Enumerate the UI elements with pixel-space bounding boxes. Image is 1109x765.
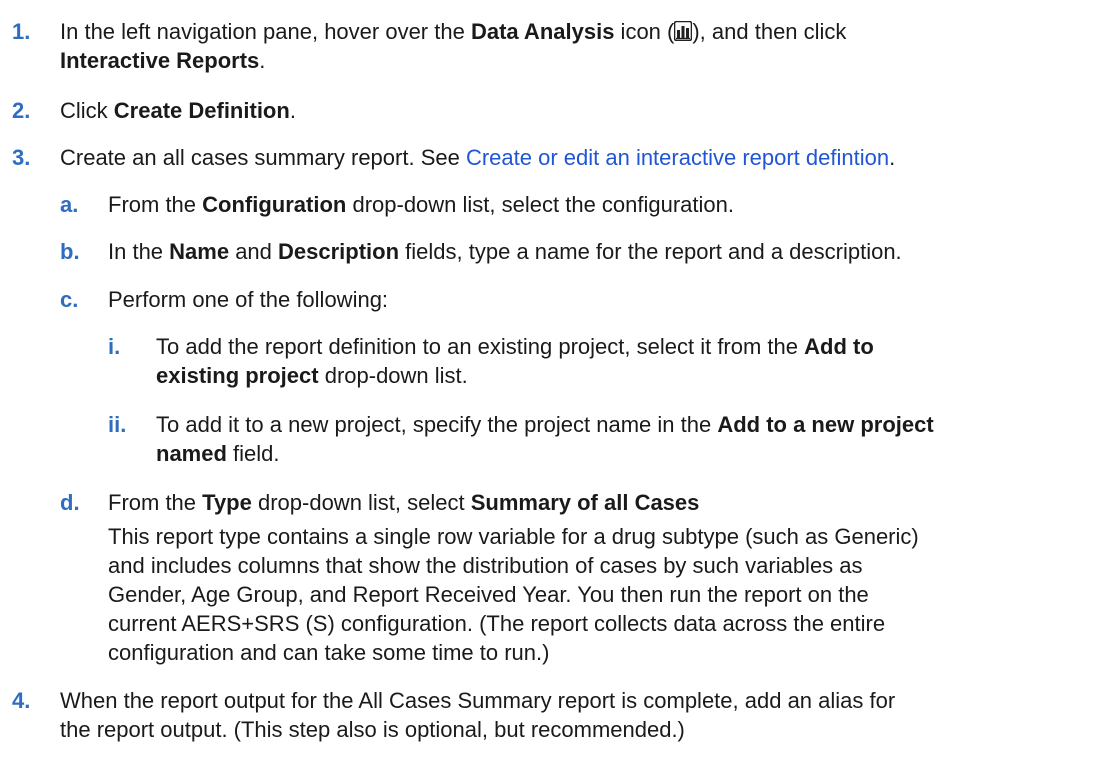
step-text: Create an all cases summary report. See … — [60, 143, 895, 172]
ui-term: Description — [278, 239, 400, 264]
substep-letter: d. — [60, 490, 80, 515]
ui-term: Name — [169, 239, 230, 264]
ui-term: Type — [202, 490, 252, 515]
text-run: and — [229, 239, 279, 264]
roman-numeral: ii. — [108, 412, 127, 437]
text-run: drop-down list, select — [251, 490, 471, 515]
description-line: Gender, Age Group, and Report Received Y… — [108, 582, 869, 607]
substep-letter: a. — [60, 192, 79, 217]
ui-term: Summary of all Cases — [470, 490, 700, 515]
document-page: 1. In the left navigation pane, hover ov… — [0, 0, 1109, 765]
text-run: Create an all cases summary report. See — [60, 145, 466, 170]
description-line: current AERS+SRS (S) configuration. (The… — [108, 611, 886, 636]
description-line: This report type contains a single row v… — [108, 524, 919, 549]
step-number: 3. — [12, 145, 31, 170]
step-text: When the report output for the All Cases… — [60, 688, 896, 713]
option-i-text-line-2: existing project drop-down list. — [156, 361, 468, 390]
ui-term: Add to — [804, 334, 874, 359]
data-analysis-icon — [674, 19, 693, 42]
ui-term: named — [156, 441, 227, 466]
text-run: From the — [108, 490, 203, 515]
text-run: Click — [60, 98, 114, 123]
text-run: fields, type a name for the report and a… — [399, 239, 902, 264]
option-i-text: To add the report definition to an exist… — [156, 332, 874, 361]
ui-term: existing project — [156, 363, 319, 388]
text-run: . — [889, 145, 896, 170]
step-number: 1. — [12, 19, 31, 44]
text-run: In the left navigation pane, hover over … — [60, 19, 471, 44]
text-run: drop-down list, select the configuration… — [346, 192, 734, 217]
substep-c-text: Perform one of the following: — [108, 287, 389, 312]
text-run: To add it to a new project, specify the … — [156, 412, 718, 437]
step-number: 4. — [12, 688, 31, 713]
substep-letter: b. — [60, 239, 80, 264]
text-run: icon ( — [614, 19, 675, 44]
step-number: 2. — [12, 98, 31, 123]
substep-a-text: From the Configuration drop-down list, s… — [108, 190, 734, 219]
text-run: . — [259, 48, 266, 73]
text-run: drop-down list. — [318, 363, 468, 388]
text-run: . — [289, 98, 296, 123]
option-ii-text-line-2: named field. — [156, 439, 280, 468]
roman-numeral: i. — [108, 334, 121, 359]
substep-d-text: From the Type drop-down list, select Sum… — [108, 488, 699, 517]
description-line: configuration and can take some time to … — [108, 640, 550, 665]
option-ii-text: To add it to a new project, specify the … — [156, 410, 934, 439]
description-line: and includes columns that show the distr… — [108, 553, 863, 578]
text-run: In the — [108, 239, 170, 264]
step-text: Click Create Definition. — [60, 96, 296, 125]
text-run: To add the report definition to an exist… — [156, 334, 805, 359]
step-text-line-2: the report output. (This step also is op… — [60, 717, 685, 742]
ui-term: Interactive Reports — [60, 48, 260, 73]
ui-term: Create Definition — [113, 98, 290, 123]
ui-term: Add to a new project — [717, 412, 934, 437]
interactive-report-definition-link[interactable]: Create or edit an interactive report def… — [466, 145, 889, 170]
ui-term: Data Analysis — [470, 19, 615, 44]
substep-b-text: In the Name and Description fields, type… — [108, 237, 902, 266]
step-text-line-2: Interactive Reports. — [60, 46, 265, 75]
step-text: In the left navigation pane, hover over … — [60, 17, 846, 46]
substep-letter: c. — [60, 287, 79, 312]
text-run: field. — [226, 441, 280, 466]
ui-term: Configuration — [202, 192, 347, 217]
text-run: From the — [108, 192, 203, 217]
text-run: ), and then click — [692, 19, 847, 44]
